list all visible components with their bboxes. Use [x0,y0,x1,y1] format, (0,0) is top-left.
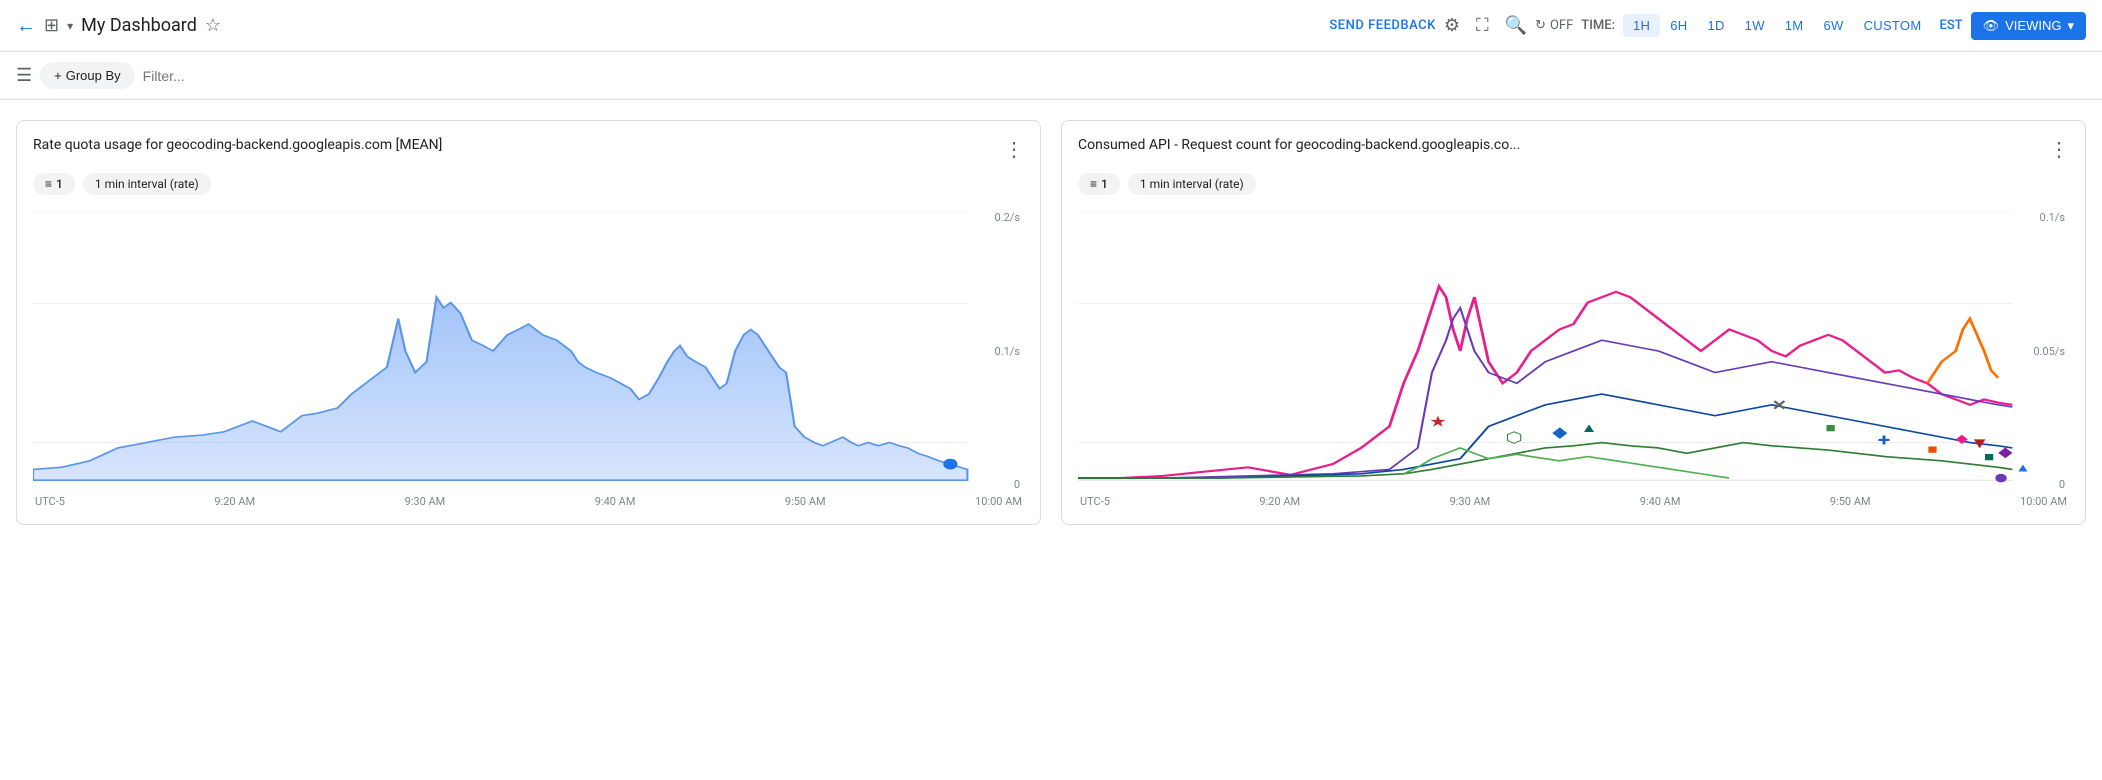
svg-text:◆: ◆ [1956,432,1968,446]
time-btn-6w[interactable]: 6W [1813,14,1853,37]
y-label-top-1: 0.2/s [988,211,1020,224]
y-label-top-2: 0.1/s [2033,211,2065,224]
group-by-label: Group By [66,68,121,83]
chart-svg-1 [33,211,1024,491]
time-buttons: 1H 6H 1D 1W 1M 6W CUSTOM [1623,14,1931,37]
plus-icon: + [54,68,62,83]
svg-text:■: ■ [1984,449,1994,464]
svg-text:✕: ✕ [1772,397,1787,413]
header-icons: ⚙ ⛶ 🔍 [1444,15,1527,36]
x2-label-5: 10:00 AM [2020,495,2067,508]
auto-refresh-toggle[interactable]: ↻ OFF [1535,18,1573,33]
interval-label-2: 1 min interval (rate) [1140,177,1244,191]
time-btn-6h[interactable]: 6H [1660,14,1697,37]
y-label-bot-2: 0 [2033,478,2065,491]
send-feedback-button[interactable]: SEND FEEDBACK [1329,18,1435,33]
x-labels-1: UTC-5 9:20 AM 9:30 AM 9:40 AM 9:50 AM 10… [33,495,1024,508]
time-btn-custom[interactable]: CUSTOM [1854,14,1932,37]
svg-text:+: + [1878,430,1890,451]
main-content: Rate quota usage for geocoding-backend.g… [0,100,2102,545]
auto-refresh-icon: ↻ [1535,18,1546,33]
x-label-3: 9:40 AM [595,495,636,508]
settings-icon[interactable]: ⚙ [1444,15,1460,36]
card-header-2: Consumed API - Request count for geocodi… [1078,137,2069,161]
chart-area-1: 0.2/s 0.1/s 0 [33,211,1024,491]
y-label-mid-2: 0.05/s [2033,345,2065,358]
time-btn-1h[interactable]: 1H [1623,14,1660,37]
x2-label-2: 9:30 AM [1450,495,1491,508]
x-label-1: 9:20 AM [214,495,255,508]
svg-text:◆: ◆ [1552,424,1568,441]
svg-text:■: ■ [1927,441,1937,456]
header-left: ← ⊞ ▾ My Dashboard ☆ [16,13,221,38]
y-label-mid-1: 0.1/s [988,345,1020,358]
x-label-0: UTC-5 [35,495,65,508]
card-header-1: Rate quota usage for geocoding-backend.g… [33,137,1024,161]
filter-icon-1: ≡ [45,177,52,191]
filter-num-2: 1 [1101,177,1108,191]
chevron-down-icon: ▾ [2067,18,2074,34]
chart-title-2: Consumed API - Request count for geocodi… [1078,137,1520,153]
x-label-4: 9:50 AM [785,495,826,508]
x2-label-0: UTC-5 [1080,495,1110,508]
filter-badge-2[interactable]: ≡ 1 [1078,173,1120,195]
menu-icon[interactable]: ☰ [16,65,32,86]
interval-label-1: 1 min interval (rate) [95,177,199,191]
eye-icon: 👁 [1983,18,2000,34]
dropdown-icon[interactable]: ▾ [67,19,73,33]
filter-badge-1[interactable]: ≡ 1 [33,173,75,195]
auto-refresh-label: OFF [1550,18,1573,33]
time-btn-1m[interactable]: 1M [1775,14,1814,37]
y-label-bot-1: 0 [988,478,1020,491]
filter-bar: ☰ + Group By [0,52,2102,100]
x-label-5: 10:00 AM [975,495,1022,508]
search-icon[interactable]: 🔍 [1505,15,1527,36]
x2-label-3: 9:40 AM [1640,495,1681,508]
chart-card-2: Consumed API - Request count for geocodi… [1061,120,2086,525]
filter-num-1: 1 [56,177,63,191]
filter-icon-2: ≡ [1090,177,1097,191]
filter-input[interactable] [143,68,2086,84]
time-btn-1d[interactable]: 1D [1697,14,1734,37]
svg-text:⬡: ⬡ [1506,430,1523,447]
y-labels-2: 0.1/s 0.05/s 0 [2029,211,2069,491]
dashboard-icon: ⊞ [44,15,59,36]
more-icon-1[interactable]: ⋮ [1004,137,1024,161]
svg-text:▲: ▲ [1581,420,1598,435]
x2-label-1: 9:20 AM [1259,495,1300,508]
page-title: My Dashboard [81,15,197,36]
x-label-2: 9:30 AM [405,495,446,508]
card-filters-2: ≡ 1 1 min interval (rate) [1078,173,2069,195]
card-filters-1: ≡ 1 1 min interval (rate) [33,173,1024,195]
timezone-button[interactable]: EST [1939,18,1962,33]
more-icon-2[interactable]: ⋮ [2049,137,2069,161]
x-labels-2: UTC-5 9:20 AM 9:30 AM 9:40 AM 9:50 AM 10… [1078,495,2069,508]
chart-title-1: Rate quota usage for geocoding-backend.g… [33,137,442,153]
time-btn-1w[interactable]: 1W [1735,14,1775,37]
chart-svg-2: ★ ⬡ ◆ ▲ ✕ ■ + ■ ▼ ◆ ◆ [1078,211,2069,491]
svg-text:★: ★ [1429,414,1447,431]
x2-label-4: 9:50 AM [1830,495,1871,508]
interval-badge-1[interactable]: 1 min interval (rate) [83,173,211,195]
viewing-button[interactable]: 👁 VIEWING ▾ [1971,12,2086,40]
svg-text:◆: ◆ [1998,444,2013,460]
viewing-label: VIEWING [2005,18,2061,33]
svg-text:■: ■ [1825,420,1835,435]
fullscreen-icon[interactable]: ⛶ [1476,15,1489,36]
y-labels-1: 0.2/s 0.1/s 0 [984,211,1024,491]
time-label: TIME: [1581,18,1615,33]
back-button[interactable]: ← [16,13,36,38]
interval-badge-2[interactable]: 1 min interval (rate) [1128,173,1256,195]
chart-card-1: Rate quota usage for geocoding-backend.g… [16,120,1041,525]
header: ← ⊞ ▾ My Dashboard ☆ SEND FEEDBACK ⚙ ⛶ 🔍… [0,0,2102,52]
chart-area-2: ★ ⬡ ◆ ▲ ✕ ■ + ■ ▼ ◆ ◆ [1078,211,2069,491]
group-by-button[interactable]: + Group By [40,62,135,89]
star-icon[interactable]: ☆ [205,15,221,36]
